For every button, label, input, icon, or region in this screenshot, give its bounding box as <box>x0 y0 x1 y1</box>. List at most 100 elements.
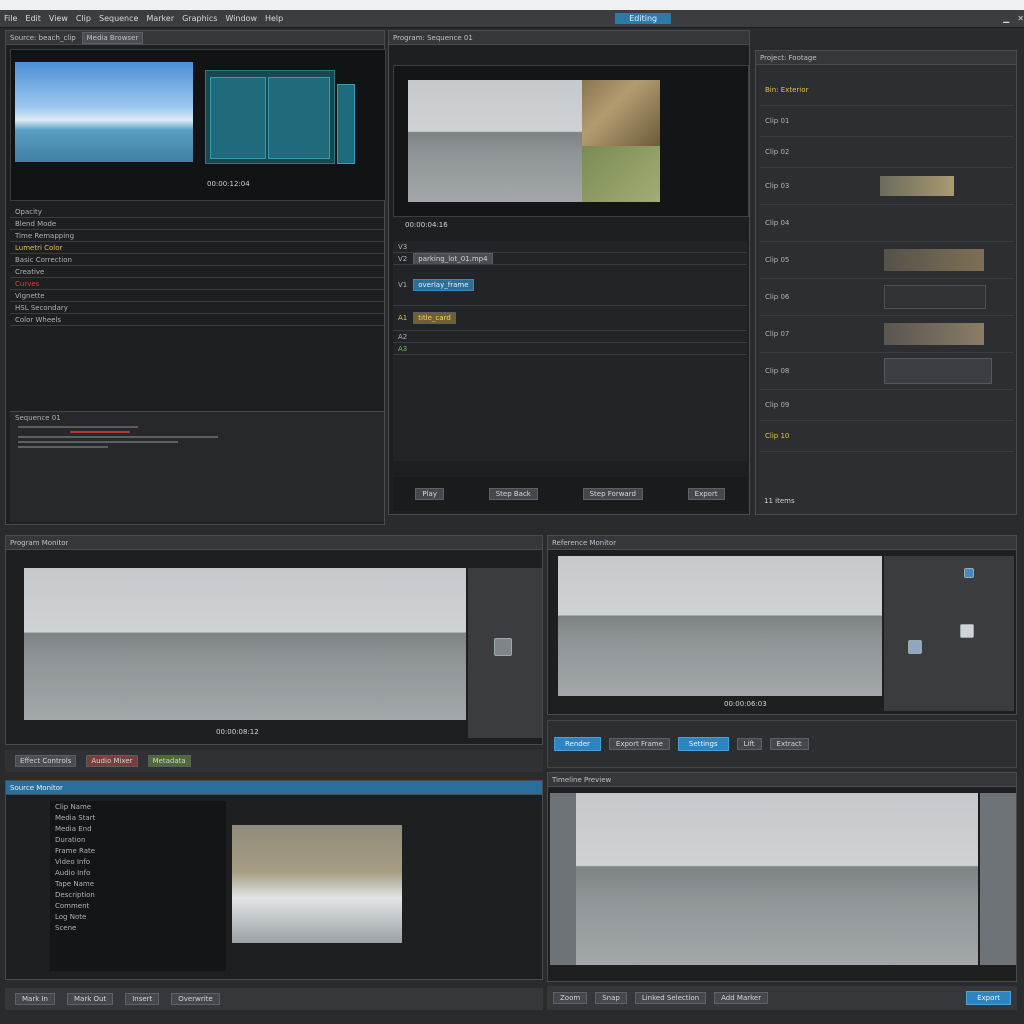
menu-help[interactable]: Help <box>265 14 283 23</box>
effect-row[interactable]: Opacity <box>10 206 384 218</box>
effects-grid <box>205 70 335 164</box>
insert-button[interactable]: Insert <box>125 993 160 1005</box>
transport-controls: Play Step Back Step Forward Export <box>393 477 747 511</box>
tab-audio-mixer[interactable]: Audio Mixer <box>86 755 138 767</box>
mid-right-header: Reference Monitor <box>548 536 1016 550</box>
thumbnail-icon[interactable] <box>494 638 512 656</box>
track-row[interactable]: A3 <box>393 343 747 355</box>
bottom-left-frame[interactable] <box>232 825 402 943</box>
project-item[interactable]: Clip 03 <box>760 168 1014 205</box>
metadata-row: Tape Name <box>55 879 95 888</box>
tab-effect-controls[interactable]: Effect Controls <box>15 755 77 767</box>
system-title-strip <box>0 0 1024 10</box>
project-item[interactable]: Clip 08 <box>760 353 1014 390</box>
zoom-button[interactable]: Zoom <box>553 992 588 1004</box>
bottom-right-frame[interactable] <box>576 793 978 965</box>
effect-side-tile[interactable] <box>337 84 355 164</box>
top-center-header: Program: Sequence 01 <box>389 31 749 45</box>
top-left-title: Source: beach_clip <box>10 33 76 42</box>
effect-row[interactable]: Basic Correction <box>10 254 384 266</box>
extract-button[interactable]: Extract <box>769 738 809 750</box>
track-row[interactable]: V2 parking_lot_01.mp4 <box>393 253 747 265</box>
beach-thumbnail[interactable] <box>15 62 193 162</box>
menu-edit[interactable]: Edit <box>25 14 41 23</box>
effect-row[interactable]: Vignette <box>10 290 384 302</box>
snap-button[interactable]: Snap <box>595 992 627 1004</box>
effect-tile[interactable] <box>268 77 330 159</box>
mid-left-title: Program Monitor <box>10 538 69 547</box>
settings-button[interactable]: Settings <box>677 737 729 751</box>
menu-graphics[interactable]: Graphics <box>182 14 217 23</box>
timeline-track[interactable] <box>18 441 178 443</box>
export-frame-button[interactable]: Export Frame <box>608 738 670 750</box>
effect-row[interactable]: Blend Mode <box>10 218 384 230</box>
project-item[interactable]: Clip 06 <box>760 279 1014 316</box>
brick-overlay[interactable] <box>582 80 660 146</box>
workspace-tab-active[interactable]: Editing <box>615 13 672 24</box>
project-item[interactable]: Clip 09 <box>760 390 1014 421</box>
project-item[interactable]: Clip 02 <box>760 137 1014 168</box>
top-center-panel: Program: Sequence 01 00:00:04:16 V3 V2 pa… <box>388 30 750 515</box>
timeline-track[interactable] <box>18 436 218 438</box>
track-row[interactable]: A1 title_card <box>393 306 747 331</box>
mark-in-button[interactable]: Mark In <box>15 993 55 1005</box>
top-left-header: Source: beach_clip Media Browser <box>6 31 384 45</box>
info-icon[interactable] <box>964 568 974 578</box>
menu-marker[interactable]: Marker <box>146 14 174 23</box>
export-button[interactable]: Export <box>687 488 725 500</box>
lift-button[interactable]: Lift <box>736 738 762 750</box>
export-action-button[interactable]: Export <box>966 991 1011 1005</box>
window-minimize-icon[interactable]: ▁ <box>1003 14 1009 23</box>
track-row[interactable]: V1 overlay_frame <box>393 265 747 306</box>
effect-row[interactable]: Time Remapping <box>10 230 384 242</box>
grass-overlay[interactable] <box>582 146 660 202</box>
effect-tile[interactable] <box>210 77 266 159</box>
timeline-track[interactable] <box>18 446 108 448</box>
render-button[interactable]: Render <box>554 737 601 751</box>
track-row[interactable]: A2 <box>393 331 747 343</box>
track-area: V3 V2 parking_lot_01.mp4 V1 overlay_frame … <box>393 241 747 461</box>
mid-left-frame[interactable] <box>24 568 466 720</box>
effect-rows: Opacity Blend Mode Time Remapping Lumetr… <box>10 206 384 376</box>
effect-row[interactable]: Lumetri Color <box>10 242 384 254</box>
mark-out-button[interactable]: Mark Out <box>67 993 114 1005</box>
project-item[interactable]: Clip 10 <box>760 421 1014 452</box>
play-button[interactable]: Play <box>415 488 444 500</box>
project-item[interactable]: Clip 07 <box>760 316 1014 353</box>
project-item[interactable]: Clip 01 <box>760 106 1014 137</box>
linked-selection-button[interactable]: Linked Selection <box>634 992 707 1004</box>
add-marker-button[interactable]: Add Marker <box>714 992 769 1004</box>
program-frame[interactable] <box>408 80 582 202</box>
mid-right-frame[interactable] <box>558 556 882 696</box>
bottom-right-header: Timeline Preview <box>548 773 1016 787</box>
mid-left-tabstrip: Effect Controls Audio Mixer Metadata <box>5 750 543 772</box>
menu-view[interactable]: View <box>49 14 68 23</box>
bottom-right-title: Timeline Preview <box>552 775 612 784</box>
top-left-tab-0[interactable]: Media Browser <box>81 31 144 44</box>
project-item[interactable]: Clip 04 <box>760 205 1014 242</box>
overwrite-button[interactable]: Overwrite <box>171 993 220 1005</box>
image-icon[interactable] <box>960 624 974 638</box>
project-item[interactable]: Bin: Exterior <box>760 75 1014 106</box>
metadata-row: Description <box>55 890 95 899</box>
menu-sequence[interactable]: Sequence <box>99 14 138 23</box>
project-item[interactable]: Clip 05 <box>760 242 1014 279</box>
track-row[interactable]: V3 <box>393 241 747 253</box>
top-left-timeline: Sequence 01 <box>10 411 384 522</box>
effect-row[interactable]: Color Wheels <box>10 314 384 326</box>
window-close-icon[interactable]: ✕ <box>1017 14 1024 23</box>
timeline-track[interactable] <box>18 426 138 428</box>
menu-file[interactable]: File <box>4 14 17 23</box>
timeline-track-red[interactable] <box>70 431 130 433</box>
bottom-left-title: Source Monitor <box>10 783 63 792</box>
settings-icon[interactable] <box>908 640 922 654</box>
effect-row[interactable]: HSL Secondary <box>10 302 384 314</box>
top-center-title: Program: Sequence 01 <box>393 33 473 42</box>
menu-clip[interactable]: Clip <box>76 14 91 23</box>
tab-metadata[interactable]: Metadata <box>147 755 191 767</box>
effect-row[interactable]: Curves <box>10 278 384 290</box>
effect-row[interactable]: Creative <box>10 266 384 278</box>
step-back-button[interactable]: Step Back <box>488 488 538 500</box>
step-forward-button[interactable]: Step Forward <box>582 488 643 500</box>
menu-window[interactable]: Window <box>225 14 257 23</box>
